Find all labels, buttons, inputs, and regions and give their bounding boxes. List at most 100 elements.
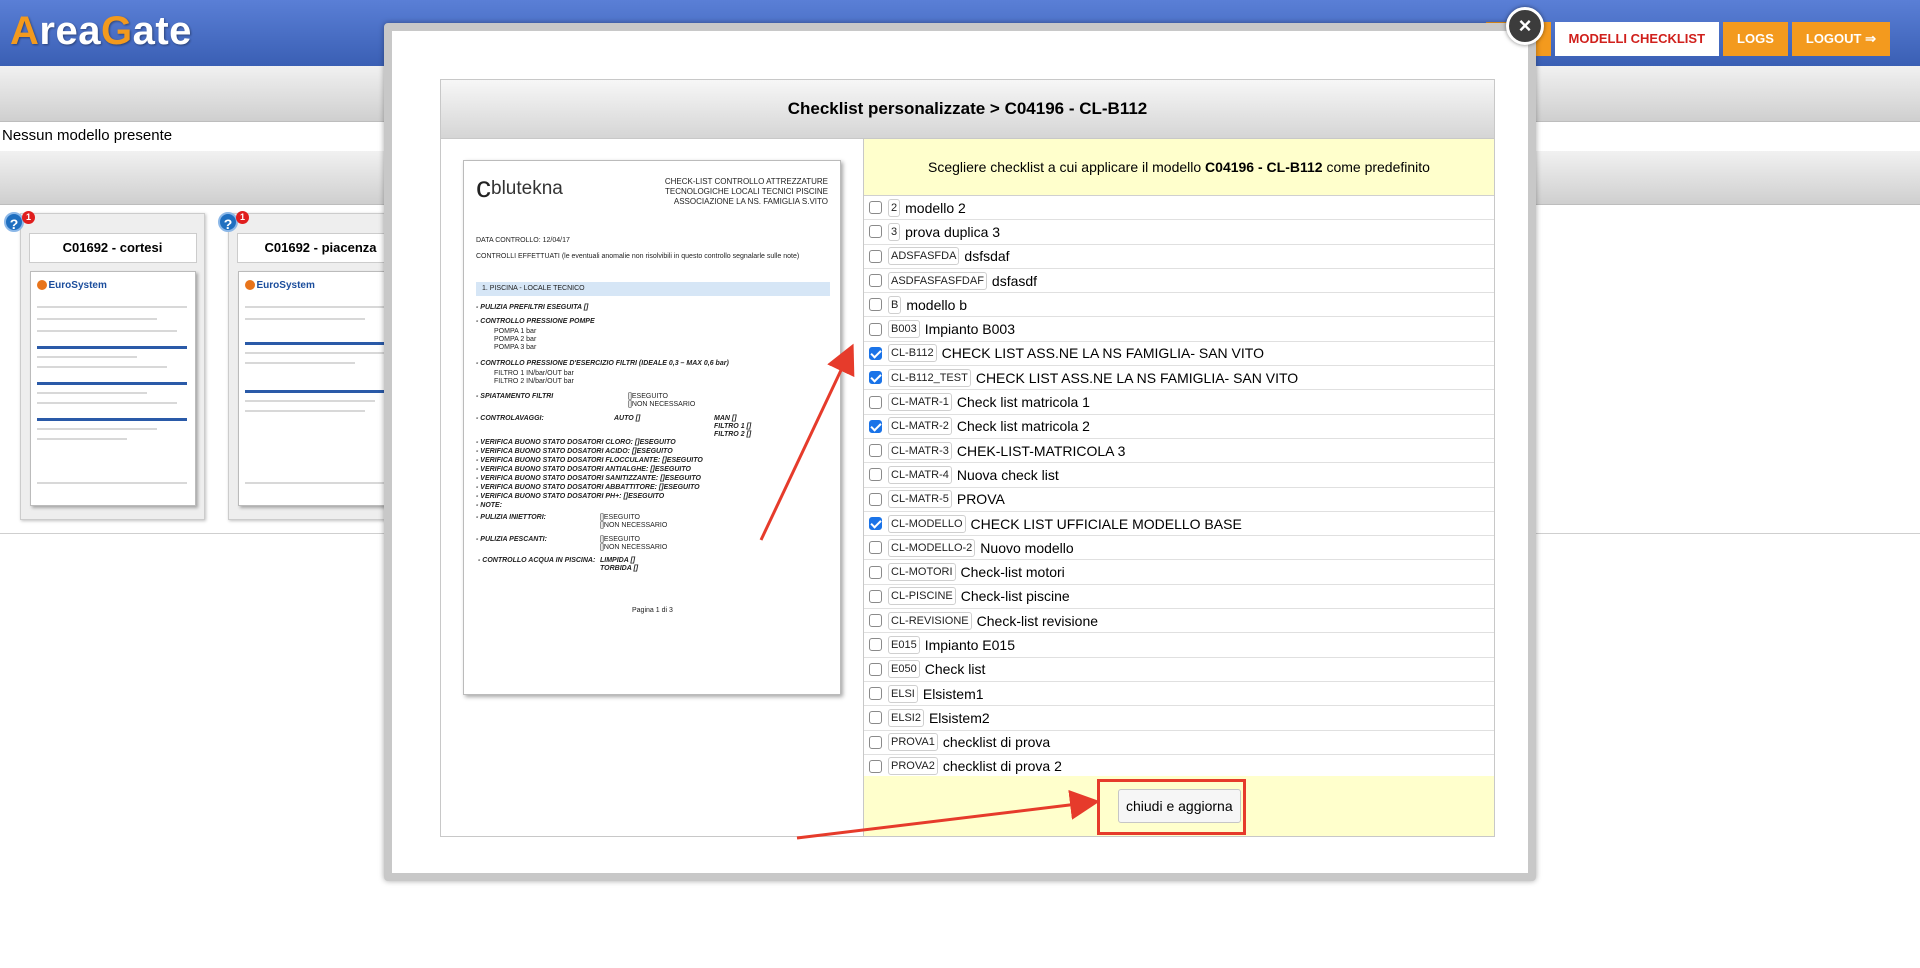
checklist-row[interactable]: CL-MODELLO-2 Nuovo modello xyxy=(864,536,1494,561)
checklist-row[interactable]: B003 Impianto B003 xyxy=(864,317,1494,342)
doc-line: - VERIFICA BUONO STATO DOSATORI ACIDO: [… xyxy=(476,448,673,455)
checklist-code: CL-MATR-5 xyxy=(888,490,952,509)
checklist-row[interactable]: CL-REVISIONE Check-list revisione xyxy=(864,609,1494,634)
doc-line: - PULIZIA PREFILTRI ESEGUITA [] xyxy=(476,304,589,311)
checklist-checkbox[interactable] xyxy=(869,225,882,239)
checklist-code: CL-MATR-2 xyxy=(888,417,952,436)
doc-line: FILTRO 2 [] xyxy=(714,431,752,438)
checklist-checkbox[interactable] xyxy=(869,444,882,458)
doc-line: FILTRO 2 IN/bar/OUT bar xyxy=(494,378,574,385)
checklist-code: ASDFASFASFDAF xyxy=(888,271,987,290)
checklist-row[interactable]: ASDFASFASFDAF dsfasdf xyxy=(864,269,1494,294)
checklist-checkbox[interactable] xyxy=(869,249,882,263)
checklist-checkbox[interactable] xyxy=(869,298,882,312)
doc-line: - CONTROLAVAGGI: xyxy=(476,415,544,422)
checklist-checkbox[interactable] xyxy=(869,395,882,409)
checklist-code: CL-B112_TEST xyxy=(888,368,971,387)
checklist-code: CL-MODELLO-2 xyxy=(888,538,976,557)
checklist-row[interactable]: E050 Check list xyxy=(864,658,1494,682)
doc-line: FILTRO 1 [] xyxy=(714,423,752,430)
checklist-name: prova duplica 3 xyxy=(905,223,1001,240)
checklist-name: CHEK-LIST-MATRICOLA 3 xyxy=(956,442,1126,459)
doc-line: - PULIZIA PESCANTI: xyxy=(476,536,547,543)
checklist-checkbox[interactable] xyxy=(869,468,882,482)
checklist-checkbox[interactable] xyxy=(869,371,882,385)
checklist-row[interactable]: E015 Impianto E015 xyxy=(864,633,1494,658)
checklist-checkbox[interactable] xyxy=(869,687,882,701)
doc-line: TORBIDA [] xyxy=(600,565,639,572)
checklist-code: CL-MOTORI xyxy=(888,563,956,582)
doc-page-number: Pagina 1 di 3 xyxy=(632,607,673,614)
checklist-row[interactable]: CL-MOTORI Check-list motori xyxy=(864,560,1494,585)
checklist-row[interactable]: 3 prova duplica 3 xyxy=(864,220,1494,245)
checklist-selection-column: Scegliere checklist a cui applicare il m… xyxy=(864,139,1494,836)
checklist-checkbox[interactable] xyxy=(869,346,882,360)
checklist-checkbox[interactable] xyxy=(869,419,882,433)
checklist-code: PROVA1 xyxy=(888,733,938,752)
doc-line: []ESEGUITO xyxy=(628,393,668,400)
doc-line: []NON NECESSARIO xyxy=(600,522,668,529)
checklist-name: Check-list motori xyxy=(960,564,1065,581)
checklist-checkbox[interactable] xyxy=(869,322,882,336)
doc-section: 1. PISCINA - LOCALE TECNICO xyxy=(476,282,830,296)
checklist-row[interactable]: Bmodello b xyxy=(864,293,1494,318)
checklist-checkbox[interactable] xyxy=(869,492,882,506)
checklist-name: Nuova check list xyxy=(956,466,1059,483)
checklist-row[interactable]: CL-MATR-4 Nuova check list xyxy=(864,463,1494,488)
checklist-code: CL-MATR-1 xyxy=(888,393,952,412)
checklist-checkbox[interactable] xyxy=(869,711,882,725)
checklist-row[interactable]: PROVA1 checklist di prova xyxy=(864,731,1494,755)
checklist-checkbox[interactable] xyxy=(869,638,882,652)
checklist-name: dsfsdaf xyxy=(964,248,1010,265)
model-preview-column: cblutekna CHECK-LIST CONTROLLO ATTREZZAT… xyxy=(441,139,864,836)
doc-line: - SPIATAMENTO FILTRI xyxy=(476,393,554,400)
checklist-row[interactable]: ELSI2 Elsistem2 xyxy=(864,706,1494,731)
checklist-row[interactable]: CL-PISCINE Check-list piscine xyxy=(864,585,1494,610)
doc-line: - VERIFICA BUONO STATO DOSATORI SANITIZZ… xyxy=(476,475,701,482)
checklist-row[interactable]: CL-MATR-5 PROVA xyxy=(864,488,1494,512)
doc-date: DATA CONTROLLO: 12/04/17 xyxy=(476,237,570,244)
checklist-checkbox[interactable] xyxy=(869,274,882,288)
checklist-checkbox[interactable] xyxy=(869,735,882,749)
checklist-checkbox[interactable] xyxy=(869,565,882,579)
checklist-code: CL-MODELLO xyxy=(888,514,966,533)
checklist-row[interactable]: CL-MATR-3 CHEK-LIST-MATRICOLA 3 xyxy=(864,439,1494,464)
checklist-row[interactable]: CL-B112_TEST CHECK LIST ASS.NE LA NS FAMI… xyxy=(864,366,1494,391)
checklist-name: Impianto B003 xyxy=(924,321,1015,338)
doc-line: - VERIFICA BUONO STATO DOSATORI ANTIALGH… xyxy=(476,466,691,473)
close-icon[interactable]: × xyxy=(1506,7,1544,45)
doc-line: - VERIFICA BUONO STATO DOSATORI FLOCCULA… xyxy=(476,457,703,464)
doc-line: POMPA 2 bar xyxy=(494,336,537,343)
checklist-name: Impianto E015 xyxy=(924,636,1015,653)
checklist-checkbox[interactable] xyxy=(869,589,882,603)
checklist-row[interactable]: CL-B112 CHECK LIST ASS.NE LA NS FAMIGLIA-… xyxy=(864,342,1494,367)
doc-line: FILTRO 1 IN/bar/OUT bar xyxy=(494,370,574,377)
checklist-name: CHECK LIST ASS.NE LA NS FAMIGLIA- SAN VI… xyxy=(941,345,1264,362)
checklist-row[interactable]: CL-MATR-2 Check list matricola 2 xyxy=(864,415,1494,439)
checklist-checkbox[interactable] xyxy=(869,662,882,676)
checklist-name: Check list xyxy=(924,661,986,678)
checklist-row[interactable]: CL-MODELLO CHECK LIST UFFICIALE MODELLO B… xyxy=(864,512,1494,537)
checklist-checkbox[interactable] xyxy=(869,759,882,773)
doc-line: MAN [] xyxy=(714,415,737,422)
checklist-code: 3 xyxy=(888,222,901,241)
doc-line: - CONTROLLO PRESSIONE POMPE xyxy=(476,318,595,325)
checklist-code: ADSFASFDA xyxy=(888,247,960,266)
checklist-checkbox[interactable] xyxy=(869,614,882,628)
checklist-checkbox[interactable] xyxy=(869,517,882,530)
checklist-code: PROVA2 xyxy=(888,757,938,776)
doc-line: - VERIFICA BUONO STATO DOSATORI ABBATTIT… xyxy=(476,484,700,491)
checklist-row[interactable]: CL-MATR-1 Check list matricola 1 xyxy=(864,390,1494,415)
checklist-checkbox[interactable] xyxy=(869,201,882,215)
checklist-name: Check list matricola 1 xyxy=(956,394,1090,411)
checklist-row[interactable]: ADSFASFDA dsfsdaf xyxy=(864,245,1494,269)
doc-line: AUTO [] xyxy=(614,415,641,422)
modal-title: Checklist personalizzate > C04196 - CL-B… xyxy=(441,80,1494,139)
checklist-checkbox[interactable] xyxy=(869,541,882,555)
checklist-code: B xyxy=(888,295,902,314)
checklist-name: Check-list revisione xyxy=(976,612,1099,629)
checklist-row[interactable]: ELSI Elsistem1 xyxy=(864,682,1494,707)
checklist-row[interactable]: 2 modello 2 xyxy=(864,196,1494,221)
doc-line: - CONTROLLO ACQUA IN PISCINA: xyxy=(478,557,596,564)
checklist-code: CL-PISCINE xyxy=(888,587,956,606)
